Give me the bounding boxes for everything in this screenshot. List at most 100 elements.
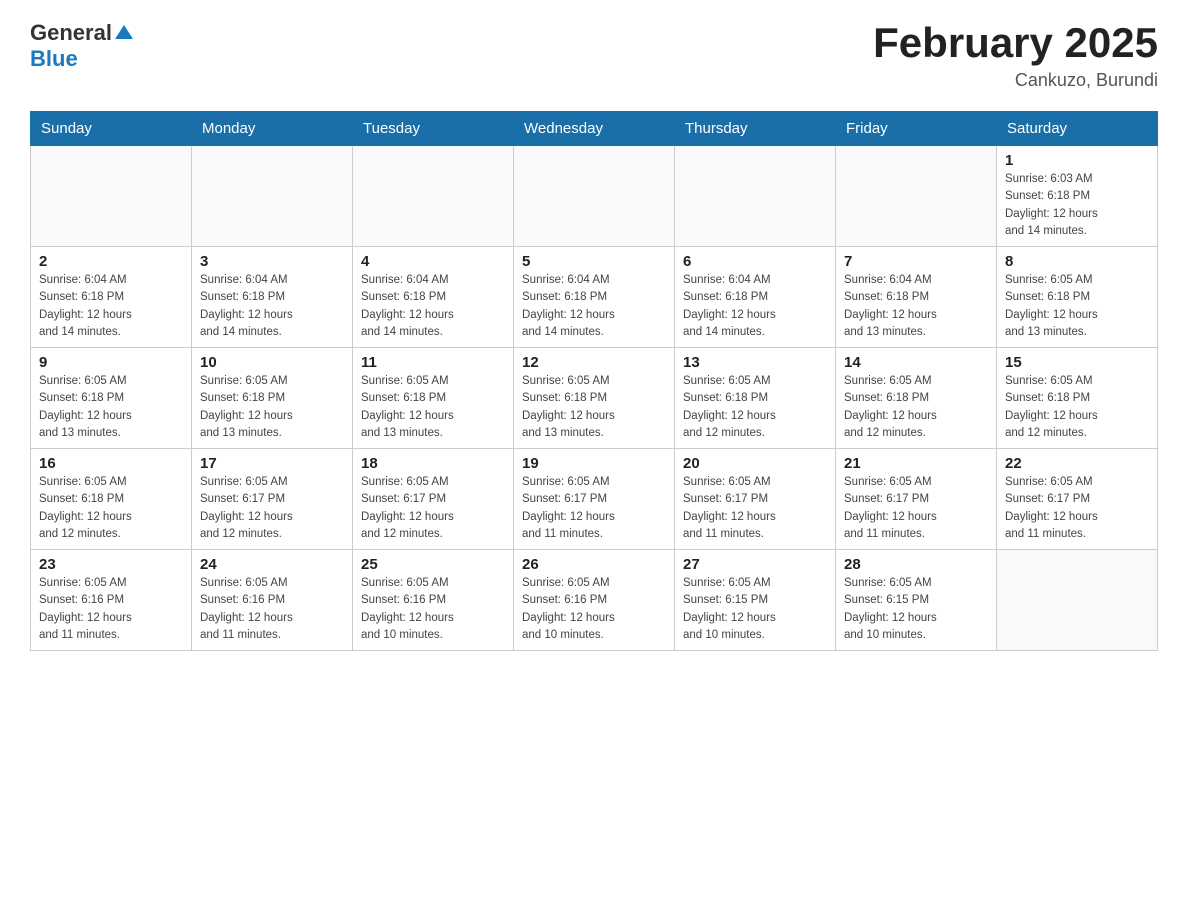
day-number: 26 xyxy=(522,556,666,573)
day-number: 6 xyxy=(683,253,827,270)
table-row: 6 Sunrise: 6:04 AM Sunset: 6:18 PM Daylig… xyxy=(675,247,836,348)
table-row: 27 Sunrise: 6:05 AM Sunset: 6:15 PM Dayli… xyxy=(675,550,836,651)
day-number: 10 xyxy=(200,354,344,371)
day-number: 25 xyxy=(361,556,505,573)
title-area: February 2025 Cankuzo, Burundi xyxy=(873,20,1158,91)
day-number: 17 xyxy=(200,455,344,472)
table-row: 25 Sunrise: 6:05 AM Sunset: 6:16 PM Dayli… xyxy=(353,550,514,651)
day-info: Sunrise: 6:05 AM Sunset: 6:18 PM Dayligh… xyxy=(39,474,183,543)
logo-blue-text: Blue xyxy=(30,46,78,71)
table-row: 22 Sunrise: 6:05 AM Sunset: 6:17 PM Dayli… xyxy=(997,449,1158,550)
day-info: Sunrise: 6:05 AM Sunset: 6:17 PM Dayligh… xyxy=(1005,474,1149,543)
calendar-week-row: 2 Sunrise: 6:04 AM Sunset: 6:18 PM Daylig… xyxy=(31,247,1158,348)
calendar-header-row: Sunday Monday Tuesday Wednesday Thursday… xyxy=(31,112,1158,146)
day-number: 19 xyxy=(522,455,666,472)
table-row xyxy=(836,146,997,247)
day-info: Sunrise: 6:04 AM Sunset: 6:18 PM Dayligh… xyxy=(361,272,505,341)
day-number: 14 xyxy=(844,354,988,371)
table-row: 24 Sunrise: 6:05 AM Sunset: 6:16 PM Dayli… xyxy=(192,550,353,651)
calendar-table: Sunday Monday Tuesday Wednesday Thursday… xyxy=(30,111,1158,651)
day-info: Sunrise: 6:05 AM Sunset: 6:17 PM Dayligh… xyxy=(683,474,827,543)
col-monday: Monday xyxy=(192,112,353,146)
table-row: 7 Sunrise: 6:04 AM Sunset: 6:18 PM Daylig… xyxy=(836,247,997,348)
day-number: 12 xyxy=(522,354,666,371)
day-info: Sunrise: 6:05 AM Sunset: 6:16 PM Dayligh… xyxy=(522,575,666,644)
table-row xyxy=(31,146,192,247)
day-info: Sunrise: 6:05 AM Sunset: 6:18 PM Dayligh… xyxy=(39,373,183,442)
day-info: Sunrise: 6:05 AM Sunset: 6:18 PM Dayligh… xyxy=(1005,272,1149,341)
table-row xyxy=(997,550,1158,651)
day-info: Sunrise: 6:05 AM Sunset: 6:16 PM Dayligh… xyxy=(39,575,183,644)
day-number: 20 xyxy=(683,455,827,472)
table-row xyxy=(192,146,353,247)
day-number: 24 xyxy=(200,556,344,573)
table-row: 13 Sunrise: 6:05 AM Sunset: 6:18 PM Dayli… xyxy=(675,348,836,449)
col-wednesday: Wednesday xyxy=(514,112,675,146)
table-row: 10 Sunrise: 6:05 AM Sunset: 6:18 PM Dayli… xyxy=(192,348,353,449)
day-number: 13 xyxy=(683,354,827,371)
col-thursday: Thursday xyxy=(675,112,836,146)
day-number: 7 xyxy=(844,253,988,270)
day-number: 22 xyxy=(1005,455,1149,472)
day-info: Sunrise: 6:05 AM Sunset: 6:18 PM Dayligh… xyxy=(683,373,827,442)
day-number: 18 xyxy=(361,455,505,472)
table-row: 3 Sunrise: 6:04 AM Sunset: 6:18 PM Daylig… xyxy=(192,247,353,348)
day-info: Sunrise: 6:05 AM Sunset: 6:17 PM Dayligh… xyxy=(200,474,344,543)
day-info: Sunrise: 6:04 AM Sunset: 6:18 PM Dayligh… xyxy=(522,272,666,341)
day-info: Sunrise: 6:05 AM Sunset: 6:16 PM Dayligh… xyxy=(200,575,344,644)
logo-general-text: General xyxy=(30,20,112,46)
day-number: 9 xyxy=(39,354,183,371)
day-info: Sunrise: 6:05 AM Sunset: 6:18 PM Dayligh… xyxy=(361,373,505,442)
day-info: Sunrise: 6:05 AM Sunset: 6:18 PM Dayligh… xyxy=(200,373,344,442)
day-info: Sunrise: 6:03 AM Sunset: 6:18 PM Dayligh… xyxy=(1005,171,1149,240)
table-row: 23 Sunrise: 6:05 AM Sunset: 6:16 PM Dayli… xyxy=(31,550,192,651)
day-info: Sunrise: 6:04 AM Sunset: 6:18 PM Dayligh… xyxy=(39,272,183,341)
day-info: Sunrise: 6:05 AM Sunset: 6:18 PM Dayligh… xyxy=(1005,373,1149,442)
day-number: 23 xyxy=(39,556,183,573)
col-tuesday: Tuesday xyxy=(353,112,514,146)
day-info: Sunrise: 6:04 AM Sunset: 6:18 PM Dayligh… xyxy=(200,272,344,341)
day-number: 28 xyxy=(844,556,988,573)
table-row: 20 Sunrise: 6:05 AM Sunset: 6:17 PM Dayli… xyxy=(675,449,836,550)
table-row: 9 Sunrise: 6:05 AM Sunset: 6:18 PM Daylig… xyxy=(31,348,192,449)
table-row: 16Sunrise: 6:05 AM Sunset: 6:18 PM Dayli… xyxy=(31,449,192,550)
table-row: 4Sunrise: 6:04 AM Sunset: 6:18 PM Daylig… xyxy=(353,247,514,348)
table-row: 11Sunrise: 6:05 AM Sunset: 6:18 PM Dayli… xyxy=(353,348,514,449)
logo-arrow-icon xyxy=(115,23,133,46)
calendar-week-row: 9 Sunrise: 6:05 AM Sunset: 6:18 PM Daylig… xyxy=(31,348,1158,449)
day-info: Sunrise: 6:05 AM Sunset: 6:17 PM Dayligh… xyxy=(522,474,666,543)
day-info: Sunrise: 6:05 AM Sunset: 6:18 PM Dayligh… xyxy=(522,373,666,442)
calendar-week-row: 23 Sunrise: 6:05 AM Sunset: 6:16 PM Dayli… xyxy=(31,550,1158,651)
day-number: 3 xyxy=(200,253,344,270)
day-info: Sunrise: 6:05 AM Sunset: 6:17 PM Dayligh… xyxy=(361,474,505,543)
table-row: 26 Sunrise: 6:05 AM Sunset: 6:16 PM Dayli… xyxy=(514,550,675,651)
calendar-week-row: 1 Sunrise: 6:03 AM Sunset: 6:18 PM Daylig… xyxy=(31,146,1158,247)
table-row xyxy=(514,146,675,247)
col-friday: Friday xyxy=(836,112,997,146)
col-saturday: Saturday xyxy=(997,112,1158,146)
location-label: Cankuzo, Burundi xyxy=(873,70,1158,91)
table-row: 28 Sunrise: 6:05 AM Sunset: 6:15 PM Dayli… xyxy=(836,550,997,651)
table-row: 14Sunrise: 6:05 AM Sunset: 6:18 PM Dayli… xyxy=(836,348,997,449)
table-row: 12 Sunrise: 6:05 AM Sunset: 6:18 PM Dayli… xyxy=(514,348,675,449)
logo: General Blue xyxy=(30,20,133,72)
day-info: Sunrise: 6:05 AM Sunset: 6:15 PM Dayligh… xyxy=(683,575,827,644)
page-header: General Blue February 2025 Cankuzo, Buru… xyxy=(30,20,1158,91)
day-info: Sunrise: 6:05 AM Sunset: 6:17 PM Dayligh… xyxy=(844,474,988,543)
day-info: Sunrise: 6:05 AM Sunset: 6:15 PM Dayligh… xyxy=(844,575,988,644)
table-row: 1 Sunrise: 6:03 AM Sunset: 6:18 PM Daylig… xyxy=(997,146,1158,247)
table-row: 21Sunrise: 6:05 AM Sunset: 6:17 PM Dayli… xyxy=(836,449,997,550)
day-info: Sunrise: 6:05 AM Sunset: 6:16 PM Dayligh… xyxy=(361,575,505,644)
day-number: 1 xyxy=(1005,152,1149,169)
table-row xyxy=(353,146,514,247)
table-row: 18 Sunrise: 6:05 AM Sunset: 6:17 PM Dayli… xyxy=(353,449,514,550)
day-number: 27 xyxy=(683,556,827,573)
day-number: 2 xyxy=(39,253,183,270)
col-sunday: Sunday xyxy=(31,112,192,146)
day-info: Sunrise: 6:04 AM Sunset: 6:18 PM Dayligh… xyxy=(844,272,988,341)
day-info: Sunrise: 6:04 AM Sunset: 6:18 PM Dayligh… xyxy=(683,272,827,341)
day-number: 15 xyxy=(1005,354,1149,371)
table-row: 8Sunrise: 6:05 AM Sunset: 6:18 PM Daylig… xyxy=(997,247,1158,348)
table-row: 5Sunrise: 6:04 AM Sunset: 6:18 PM Daylig… xyxy=(514,247,675,348)
table-row: 19 Sunrise: 6:05 AM Sunset: 6:17 PM Dayli… xyxy=(514,449,675,550)
